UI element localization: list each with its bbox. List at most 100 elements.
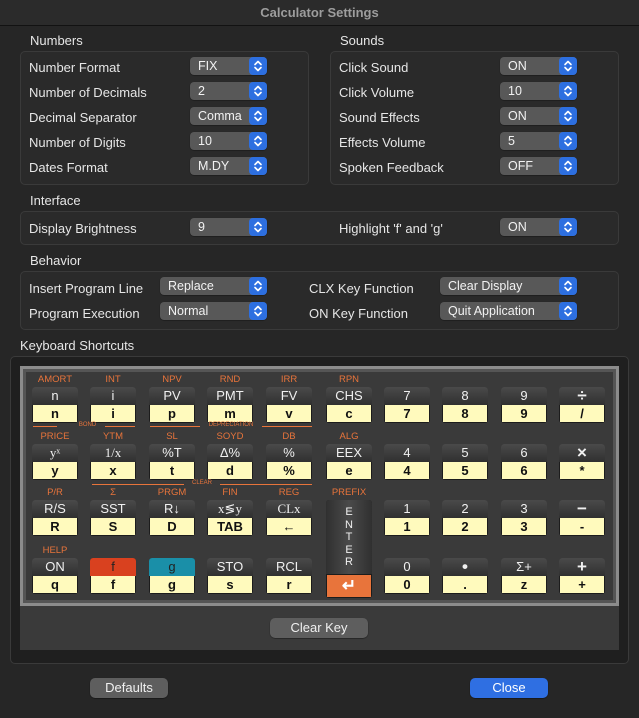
key-gold-label: DB [282, 431, 296, 442]
calculator-key[interactable]: R↓ D [149, 500, 195, 536]
stepper-arrows-icon [559, 302, 577, 320]
stepper-arrows-icon [559, 157, 577, 175]
key-face-label: + [559, 558, 605, 576]
program-execution-popup[interactable]: Normal [160, 302, 267, 320]
key-shortcut-label: n [33, 405, 77, 422]
key-shortcut-label: * [560, 462, 604, 479]
clx-key-function-popup[interactable]: Clear Display [440, 277, 577, 295]
numbers-row-popup[interactable]: Comma [190, 107, 267, 125]
calculator-key[interactable]: •. [442, 558, 488, 594]
sounds-row-popup[interactable]: 10 [500, 82, 577, 100]
program-execution-value: Normal [168, 304, 209, 318]
sounds-row-value: OFF [508, 159, 533, 173]
calculator-key[interactable]: ON q [32, 558, 78, 594]
key-face-label: R/S [32, 500, 78, 518]
sounds-row-popup[interactable]: 5 [500, 132, 577, 150]
calculator-key[interactable]: FV v [266, 387, 312, 423]
calculator-key[interactable]: 99 [501, 387, 547, 423]
numbers-row-popup[interactable]: 2 [190, 82, 267, 100]
calculator-key[interactable]: nn [32, 387, 78, 423]
stepper-arrows-icon [249, 157, 267, 175]
key-face-label: % [266, 444, 312, 462]
key-face-label: 9 [501, 387, 547, 405]
calculator-key[interactable]: PMT m [207, 387, 253, 423]
key-shortcut-label: v [267, 405, 311, 422]
stepper-arrows-icon [249, 132, 267, 150]
calculator-key[interactable]: + + [559, 558, 605, 594]
key-face-label: STO [207, 558, 253, 576]
calculator-key[interactable]: 00 [384, 558, 430, 594]
key-shortcut-label: S [91, 518, 135, 535]
calculator-key[interactable]: ÷ / [559, 387, 605, 423]
display-brightness-label: Display Brightness [29, 221, 137, 236]
key-gold-label: ALG [339, 431, 359, 442]
calculator-key[interactable]: CLx ← [266, 500, 312, 536]
calculator-key[interactable]: ii [90, 387, 136, 423]
sounds-row-value: ON [508, 109, 527, 123]
key-shortcut-label: ← [267, 518, 311, 535]
key-face-label: 0 [384, 558, 430, 576]
enter-letter: E [345, 543, 353, 556]
calculator-key[interactable]: RCL r [266, 558, 312, 594]
calculator-key[interactable]: EEX e [326, 444, 372, 480]
highlight-fg-popup[interactable]: ON [500, 218, 577, 236]
calculator-key[interactable]: 33 [501, 500, 547, 536]
clx-key-function-value: Clear Display [448, 279, 523, 293]
key-shortcut-label: + [560, 576, 604, 593]
calculator-key[interactable]: STO s [207, 558, 253, 594]
calculator-key[interactable]: %% [266, 444, 312, 480]
stepper-arrows-icon [249, 57, 267, 75]
key-shortcut-label: 0 [385, 576, 429, 593]
calculator-key[interactable]: 11 [384, 500, 430, 536]
key-gold-label: RPN [338, 374, 360, 385]
key-face-label: 4 [384, 444, 430, 462]
calculator-key[interactable]: − - [559, 500, 605, 536]
defaults-button[interactable]: Defaults [90, 678, 168, 698]
key-face-label: Δ% [207, 444, 253, 462]
calculator-key[interactable]: Σ+ z [501, 558, 547, 594]
sounds-row-popup[interactable]: ON [500, 57, 577, 75]
calculator-key[interactable]: SST S [90, 500, 136, 536]
calculator-key[interactable]: 22 [442, 500, 488, 536]
calculator-key[interactable]: 88 [442, 387, 488, 423]
calculator-key[interactable]: PV p [149, 387, 195, 423]
numbers-row-popup[interactable]: M.DY [190, 157, 267, 175]
calculator-key[interactable]: 66 [501, 444, 547, 480]
calculator-key[interactable]: 1/x x [90, 444, 136, 480]
calculator-key[interactable]: 44 [384, 444, 430, 480]
display-brightness-popup[interactable]: 9 [190, 218, 267, 236]
calculator-key[interactable]: 77 [384, 387, 430, 423]
calculator-key[interactable]: Δ% d [207, 444, 253, 480]
sounds-row-popup[interactable]: OFF [500, 157, 577, 175]
on-key-function-popup[interactable]: Quit Application [440, 302, 577, 320]
key-shortcut-label: 5 [443, 462, 487, 479]
calculator-key[interactable]: %T t [149, 444, 195, 480]
close-button[interactable]: Close [470, 678, 548, 698]
sounds-row-label: Click Sound [339, 60, 409, 75]
interface-section-title: Interface [30, 193, 81, 208]
calculator-key[interactable]: × * [559, 444, 605, 480]
keyboard-shortcuts-title: Keyboard Shortcuts [20, 338, 135, 353]
stepper-arrows-icon [249, 218, 267, 236]
highlight-fg-value: ON [508, 220, 527, 234]
insert-program-line-popup[interactable]: Replace [160, 277, 267, 295]
key-face-label: CHS [326, 387, 372, 405]
calculator-key[interactable]: CHS c [326, 387, 372, 423]
calculator-key[interactable]: R/S R [32, 500, 78, 536]
calculator-key[interactable]: gg [149, 558, 195, 594]
calculator-key[interactable]: ff [90, 558, 136, 594]
enter-key[interactable]: ENTER ↵ [326, 500, 372, 598]
numbers-row-popup[interactable]: FIX [190, 57, 267, 75]
calculator-key[interactable]: x≶y TAB [207, 500, 253, 536]
key-gold-label: IRR [280, 374, 298, 385]
key-shortcut-label: % [267, 462, 311, 479]
calculator-key[interactable]: 55 [442, 444, 488, 480]
key-shortcut-label: 4 [385, 462, 429, 479]
numbers-row-popup[interactable]: 10 [190, 132, 267, 150]
clear-key-button[interactable]: Clear Key [270, 618, 368, 638]
calculator-key[interactable]: yˣ y [32, 444, 78, 480]
numbers-section-title: Numbers [30, 33, 83, 48]
depreciation-bracket-line [150, 426, 200, 427]
key-face-label: Σ+ [501, 558, 547, 576]
sounds-row-popup[interactable]: ON [500, 107, 577, 125]
